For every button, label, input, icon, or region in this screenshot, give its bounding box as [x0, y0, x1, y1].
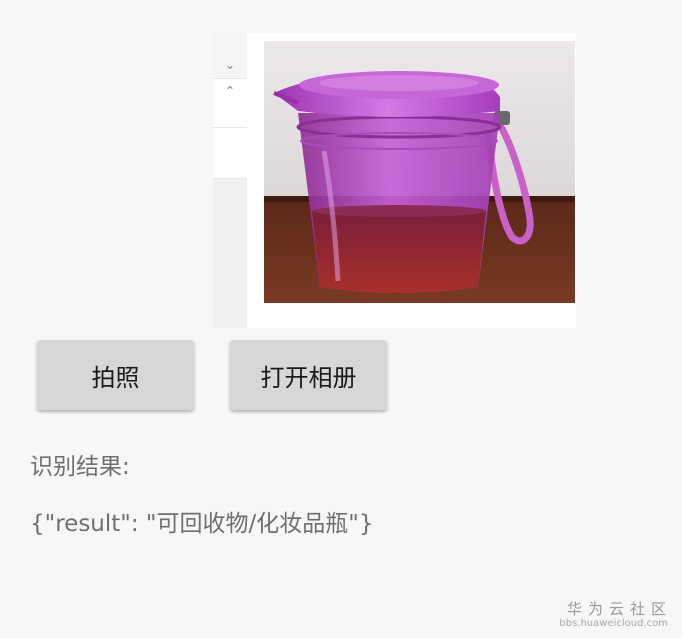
strip-cell	[213, 128, 247, 179]
open-album-button[interactable]: 打开相册	[230, 340, 387, 410]
chevron-down-icon[interactable]: ⌄	[213, 59, 247, 71]
cup-photo-image	[264, 41, 575, 303]
result-label: 识别结果:	[30, 454, 130, 480]
image-preview-area: ⌄ ⌃	[213, 33, 576, 328]
watermark: 华为云社区 bbs.huaweicloud.com	[559, 600, 668, 630]
app-screen: ⌄ ⌃ 拍照 打开相册 识别结果: {"result": "可回收物/化妆品瓶"…	[0, 0, 682, 638]
scroll-strip[interactable]: ⌄ ⌃	[213, 33, 247, 328]
image-frame	[247, 33, 576, 328]
preview-photo	[264, 41, 575, 303]
watermark-title: 华为云社区	[566, 600, 672, 618]
strip-cell	[213, 33, 247, 79]
result-value: {"result": "可回收物/化妆品瓶"}	[30, 511, 374, 537]
chevron-up-icon[interactable]: ⌃	[213, 85, 247, 97]
take-photo-button[interactable]: 拍照	[37, 340, 194, 410]
watermark-url: bbs.huaweicloud.com	[559, 618, 668, 629]
